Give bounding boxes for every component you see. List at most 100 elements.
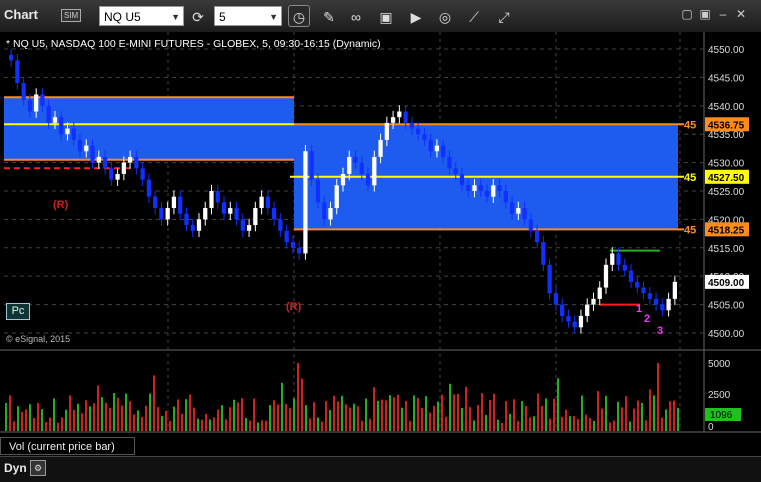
bottom-bar: Dyn ⚙ xyxy=(0,456,761,482)
candle-body xyxy=(290,242,296,248)
candle-body xyxy=(434,145,440,152)
refresh-icon[interactable]: ⟳ xyxy=(187,5,209,27)
candle-body xyxy=(453,168,458,174)
candle-body xyxy=(221,202,227,214)
target-icon[interactable]: ◎ xyxy=(434,5,456,27)
chart-title: * NQ U5, NASDAQ 100 E-MINI FUTURES - GLO… xyxy=(6,38,381,50)
candle-body xyxy=(572,321,577,328)
candle-body xyxy=(196,219,202,231)
expand-icon[interactable]: ⤢ xyxy=(493,5,515,27)
candle-body xyxy=(77,139,83,152)
candle-body xyxy=(115,173,120,180)
candle-body xyxy=(578,315,584,328)
candle-body xyxy=(253,208,258,226)
candle-body xyxy=(503,191,508,203)
candle-body xyxy=(240,219,245,231)
clock-icon[interactable]: ◷ xyxy=(288,5,310,27)
interval-value: 5 xyxy=(219,10,226,24)
candle-body xyxy=(297,247,302,254)
candle-body xyxy=(491,185,496,197)
chevron-down-icon[interactable]: ▼ xyxy=(171,7,180,27)
candle-body xyxy=(71,128,76,140)
candle-body xyxy=(165,208,170,220)
interval-selector[interactable]: 5 ▼ xyxy=(214,6,282,26)
level-label: 45 xyxy=(684,119,696,131)
candle-body xyxy=(271,208,277,220)
candle-body xyxy=(27,100,33,112)
candle-body xyxy=(459,173,465,186)
candle-body xyxy=(96,156,101,163)
candle-body xyxy=(153,196,158,209)
candle-body xyxy=(334,185,339,209)
candle-body xyxy=(441,145,446,157)
play-icon[interactable]: ▶ xyxy=(405,5,427,27)
candle-body xyxy=(265,196,270,209)
price-marker-label: 4527.50 xyxy=(708,173,745,184)
candle-body xyxy=(246,225,252,231)
price-tick-label: 4515.00 xyxy=(708,244,745,255)
volume-current-label: 1096 xyxy=(710,410,733,421)
candle-body xyxy=(127,156,133,163)
copyright: © eSignal, 2015 xyxy=(6,334,71,344)
candle-body xyxy=(478,185,483,191)
candle-body xyxy=(390,117,396,123)
link-icon[interactable]: ∞ xyxy=(345,5,367,27)
get-icon[interactable]: ▣ xyxy=(375,5,397,27)
candle-body xyxy=(21,83,26,101)
candle-body xyxy=(422,134,427,140)
candle-body xyxy=(109,168,114,180)
candle-body xyxy=(203,208,208,220)
candle-body xyxy=(378,139,383,157)
candle-body xyxy=(190,225,195,231)
dyn-label: Dyn xyxy=(4,461,27,475)
price-tick-label: 4550.00 xyxy=(708,45,745,56)
candle-body xyxy=(159,208,164,220)
candle-body xyxy=(666,298,671,311)
candle-body xyxy=(403,111,408,123)
dyn-settings-icon[interactable]: ⚙ xyxy=(30,460,46,476)
candle-body xyxy=(416,128,421,135)
candle-body xyxy=(340,173,346,186)
candle-body xyxy=(566,315,571,322)
ruler-icon[interactable]: ⟋ xyxy=(463,5,485,27)
candle-body xyxy=(384,122,389,140)
candle-body xyxy=(372,156,377,186)
price-marker-label: 4509.00 xyxy=(708,278,745,289)
window-title: Chart xyxy=(4,7,38,22)
candle-body xyxy=(672,281,677,299)
candle-body xyxy=(102,156,108,169)
candle-body xyxy=(121,162,126,174)
candle-body xyxy=(209,191,214,209)
minimize-icon[interactable]: – xyxy=(715,6,731,22)
price-marker-label: 4536.75 xyxy=(708,120,745,131)
candle-body xyxy=(516,208,521,214)
price-tick-label: 4535.00 xyxy=(708,130,745,141)
candle-body xyxy=(472,185,477,191)
price-marker-label: 4518.25 xyxy=(708,225,745,236)
lock-icon[interactable]: ▢ xyxy=(679,6,695,22)
sim-badge: SIM xyxy=(61,9,82,22)
candle-body xyxy=(522,208,527,220)
level-label: 45 xyxy=(684,172,696,184)
candle-body xyxy=(616,253,621,265)
chart-annotation: 3 xyxy=(657,325,663,337)
chart-background xyxy=(0,32,761,456)
draw-pencil-icon[interactable]: ✎ xyxy=(318,5,340,27)
level-label: 45 xyxy=(684,224,696,236)
candle-body xyxy=(9,54,14,61)
price-chart[interactable]: 4550.00 4545.00 4540.00 4535.00 4530.00 4525.… xyxy=(0,32,761,456)
volume-tick-label: 2500 xyxy=(708,390,731,401)
close-icon[interactable]: ✕ xyxy=(733,6,749,22)
candle-body xyxy=(34,94,39,112)
candle-body xyxy=(509,202,515,214)
candle-body xyxy=(365,173,371,186)
candle-body xyxy=(597,287,602,299)
chart-annotation: (R) xyxy=(53,199,69,211)
candle-body xyxy=(278,219,283,231)
settings-icon[interactable]: ▣ xyxy=(697,6,713,22)
candle-body xyxy=(591,298,596,305)
volume-tick-label: 0 xyxy=(708,422,714,433)
pc-button[interactable]: Pc xyxy=(6,303,30,320)
symbol-selector[interactable]: NQ U5 ▼ xyxy=(99,6,184,26)
chevron-down-icon[interactable]: ▼ xyxy=(269,7,278,27)
